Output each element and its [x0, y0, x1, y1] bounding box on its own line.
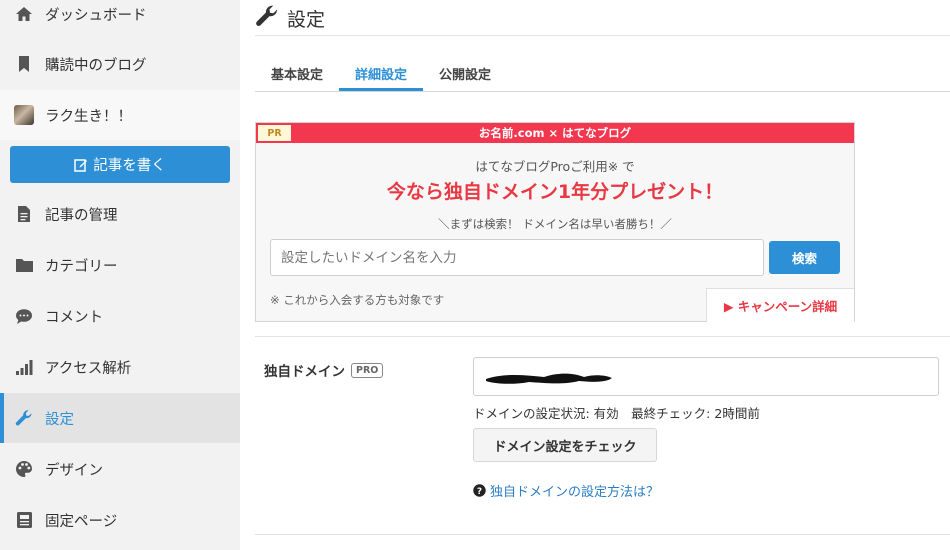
- promo-header-bar: PR お名前.com × はてなブログ: [256, 123, 854, 143]
- write-article-button[interactable]: 記事を書く: [10, 146, 230, 183]
- sidebar-item-comments[interactable]: コメント: [0, 291, 240, 341]
- promo-footnote: ※ これから入会する方も対象です: [270, 293, 445, 307]
- custom-domain-label: 独自ドメイン PRO: [264, 360, 384, 380]
- custom-domain-field[interactable]: [473, 357, 939, 396]
- wrench-icon: [255, 4, 279, 32]
- settings-tabs: 基本設定 詳細設定 公開設定: [255, 56, 950, 92]
- sidebar-item-dashboard[interactable]: ダッシュボード: [0, 0, 240, 39]
- sidebar-item-pages[interactable]: 固定ページ: [0, 495, 240, 545]
- sidebar-item-label: 記事の管理: [45, 207, 118, 224]
- sidebar-item-categories[interactable]: カテゴリー: [0, 240, 240, 290]
- domain-promo-banner: PR お名前.com × はてなブログ はてなブログProご利用※ で 今なら独…: [255, 122, 855, 322]
- redaction-mark: [486, 373, 612, 384]
- domain-status-text: ドメインの設定状況: 有効 最終チェック: 2時間前: [473, 406, 760, 421]
- sidebar-item-settings[interactable]: 設定: [0, 393, 240, 443]
- pr-badge: PR: [258, 125, 291, 141]
- promo-subtitle: はてなブログProご利用※ で: [475, 159, 635, 174]
- wrench-icon: [14, 408, 34, 428]
- sidebar-item-label: コメント: [45, 309, 103, 326]
- sidebar-item-design[interactable]: デザイン: [0, 444, 240, 494]
- page-title: 設定: [287, 8, 326, 31]
- palette-icon: [14, 459, 34, 479]
- sidebar-item-articles[interactable]: 記事の管理: [0, 189, 240, 239]
- sidebar-item-label: 購読中のブログ: [45, 57, 147, 74]
- domain-help-link-text: 独自ドメインの設定方法は？: [490, 485, 660, 500]
- domain-search-button[interactable]: 検索: [769, 241, 840, 274]
- promo-headline: 今なら独自ドメイン1年分プレゼント！: [386, 181, 724, 203]
- tab-publish-settings[interactable]: 公開設定: [423, 64, 507, 91]
- page-icon: [14, 510, 34, 530]
- bookmark-icon: [14, 54, 34, 74]
- sidebar-item-analytics[interactable]: アクセス解析: [0, 342, 240, 392]
- custom-domain-label-text: 独自ドメイン: [264, 364, 345, 380]
- sidebar-item-label: 固定ページ: [45, 513, 118, 530]
- page-header: 設定: [255, 4, 325, 32]
- domain-help-link[interactable]: ? 独自ドメインの設定方法は？: [473, 481, 659, 500]
- svg-text:?: ?: [477, 487, 482, 497]
- sidebar-item-label: カテゴリー: [45, 258, 118, 275]
- edit-icon: [74, 158, 88, 172]
- document-icon: [14, 204, 34, 224]
- sidebar-item-label: 設定: [45, 411, 74, 428]
- sidebar-item-label: ラク生き！！: [45, 108, 132, 125]
- sidebar-item-blog[interactable]: ラク生き！！: [0, 90, 240, 140]
- divider: [255, 336, 950, 337]
- comment-icon: [14, 306, 34, 326]
- blog-avatar: [14, 105, 34, 125]
- tab-advanced-settings[interactable]: 詳細設定: [339, 64, 423, 91]
- sidebar: ダッシュボード 購読中のブログ ラク生き！！ 記事を書く 記事の管理 カテゴリー…: [0, 0, 240, 550]
- write-button-label: 記事を書く: [93, 158, 166, 174]
- divider: [255, 35, 950, 36]
- domain-search-input[interactable]: [270, 239, 764, 276]
- sidebar-item-subscriptions[interactable]: 購読中のブログ: [0, 39, 240, 89]
- bar-chart-icon: [14, 357, 34, 377]
- sidebar-item-label: アクセス解析: [45, 360, 132, 377]
- home-icon: [14, 4, 34, 24]
- divider: [255, 534, 950, 535]
- tab-basic-settings[interactable]: 基本設定: [255, 64, 339, 91]
- main-content: 設定 基本設定 詳細設定 公開設定 PR お名前.com × はてなブログ はて…: [240, 0, 950, 550]
- folder-icon: [14, 255, 34, 275]
- question-circle-icon: ?: [473, 484, 486, 497]
- sidebar-item-label: デザイン: [45, 462, 103, 479]
- check-domain-button[interactable]: ドメイン設定をチェック: [473, 428, 657, 462]
- pro-badge: PRO: [351, 362, 384, 378]
- promo-note: ＼まずは検索！ ドメイン名は早い者勝ち！／: [438, 217, 672, 231]
- promo-bar-text: お名前.com × はてなブログ: [478, 126, 632, 140]
- sidebar-item-label: ダッシュボード: [45, 7, 147, 24]
- campaign-details-link[interactable]: ▶ キャンペーン詳細: [706, 288, 854, 322]
